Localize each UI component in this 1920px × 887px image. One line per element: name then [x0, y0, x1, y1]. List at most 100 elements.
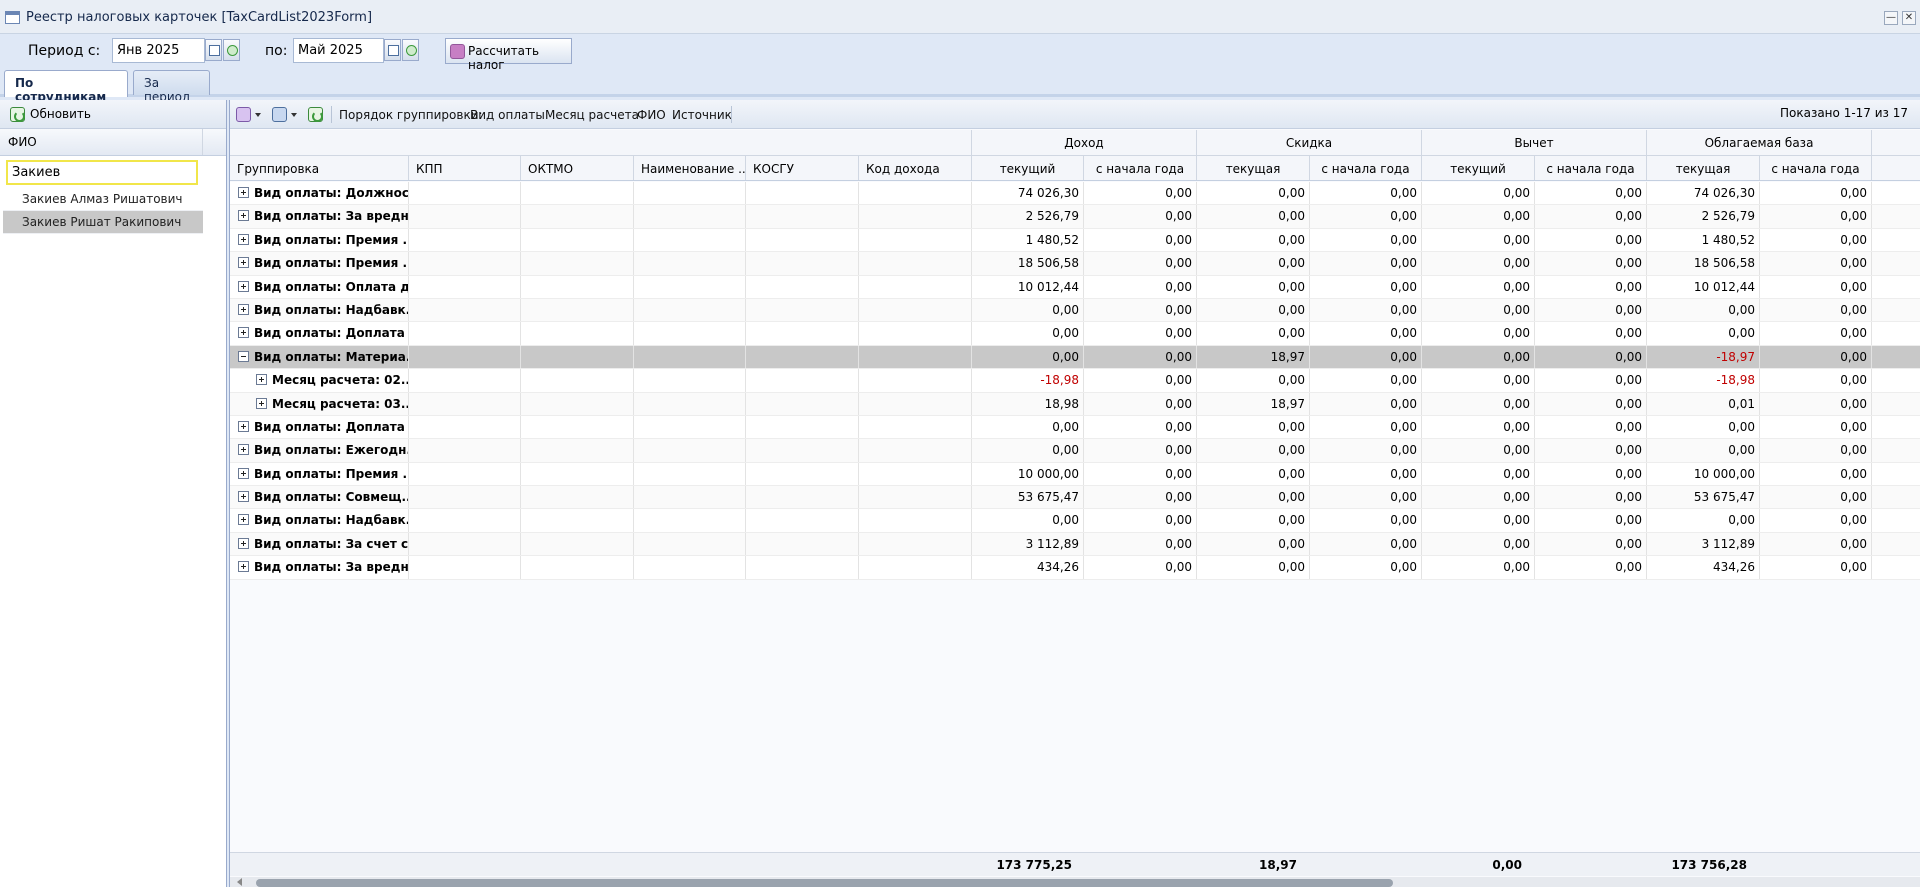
column-header[interactable]: ОКТМО [521, 156, 634, 180]
period-from-clear-icon[interactable] [223, 39, 240, 61]
expand-icon[interactable] [238, 467, 249, 479]
expand-icon[interactable] [238, 303, 249, 315]
grouping-field-fio[interactable]: ФИО [637, 108, 666, 122]
expand-icon[interactable] [238, 491, 249, 503]
actions-menu-button[interactable] [234, 104, 262, 125]
column-header[interactable]: с начала года [1310, 156, 1422, 180]
table-row[interactable]: Вид оплаты: Доплата ... 0,00 0,00 0,00 0,00 0… [230, 322, 1920, 346]
grouping-cell[interactable]: Вид оплаты: Должнос... [230, 182, 409, 205]
column-header[interactable]: Группировка [230, 156, 409, 180]
expand-icon[interactable] [238, 257, 249, 269]
grouping-cell[interactable]: Вид оплаты: Материа... [230, 345, 409, 369]
grouping-cell[interactable]: Вид оплаты: Оплата д... [230, 275, 409, 298]
table-row[interactable]: Вид оплаты: Ежегодн... 0,00 0,00 0,00 0,00 0,… [230, 439, 1920, 463]
expand-icon[interactable] [238, 187, 249, 198]
minimize-icon[interactable]: — [1884, 11, 1898, 25]
column-header[interactable]: текущий [1422, 156, 1535, 180]
grouping-field-pay-type[interactable]: Вид оплаты [470, 108, 545, 122]
value-cell: 0,00 [1535, 275, 1647, 298]
table-row[interactable]: Вид оплаты: Надбавк... 0,00 0,00 0,00 0,00 0,… [230, 298, 1920, 323]
expand-icon[interactable] [238, 420, 249, 432]
period-to-field[interactable]: Май 2025 [293, 38, 384, 63]
calendar-icon[interactable] [205, 39, 222, 61]
table-row[interactable]: Вид оплаты: Надбавк... 0,00 0,00 0,00 0,00 0,… [230, 509, 1920, 533]
tab-by-employees[interactable]: По сотрудникам [4, 70, 128, 104]
table-cell [746, 486, 859, 509]
table-row[interactable]: Вид оплаты: Премия ... 10 000,00 0,00 0,00 0… [230, 462, 1920, 487]
scroll-left-icon[interactable] [237, 878, 242, 886]
fio-column-header[interactable]: ФИО [0, 129, 226, 156]
table-cell [746, 369, 859, 392]
column-header[interactable]: текущая [1197, 156, 1310, 180]
table-row[interactable]: Месяц расчета: 03.... 18,98 0,00 18,97 0,00 0… [230, 392, 1920, 416]
expand-icon[interactable] [238, 280, 249, 292]
table-row[interactable]: Вид оплаты: Должнос... 74 026,30 0,00 0,00 0… [230, 182, 1920, 206]
table-row[interactable]: Вид оплаты: Материа... 0,00 0,00 18,97 0,00 0… [230, 345, 1920, 370]
grouping-cell[interactable]: Вид оплаты: Доплата ... [230, 322, 409, 345]
grouping-field-calc-month[interactable]: Месяц расчета [545, 108, 639, 122]
grouping-cell[interactable]: Вид оплаты: Доплата ... [230, 415, 409, 439]
expand-icon[interactable] [238, 210, 249, 222]
expand-icon[interactable] [256, 374, 267, 386]
column-header[interactable]: Код дохода [859, 156, 972, 180]
grouping-cell[interactable]: Месяц расчета: 03.... [230, 392, 409, 415]
table-row[interactable]: Вид оплаты: За вредн... 434,26 0,00 0,00 0,0… [230, 556, 1920, 580]
total-taxable-base: 173 756,28 [1671, 858, 1747, 872]
table-row[interactable]: Вид оплаты: Премия ... 1 480,52 0,00 0,00 0,… [230, 228, 1920, 253]
expand-icon[interactable] [238, 537, 249, 549]
column-header[interactable]: КПП [409, 156, 521, 180]
grouping-cell[interactable]: Вид оплаты: За вредн... [230, 556, 409, 579]
grouping-label: Месяц расчета: 02.... [272, 373, 409, 388]
column-header[interactable]: с начала года [1760, 156, 1872, 180]
table-cell [746, 532, 859, 556]
table-row[interactable]: Вид оплаты: За счет с... 3 112,89 0,00 0,00… [230, 532, 1920, 557]
grouping-cell[interactable]: Вид оплаты: Совмещ... [230, 486, 409, 509]
table-row[interactable]: Вид оплаты: Оплата д... 10 012,44 0,00 0,00… [230, 275, 1920, 299]
column-header[interactable]: текущая [1647, 156, 1760, 180]
expand-icon[interactable] [238, 514, 249, 526]
print-menu-button[interactable] [270, 104, 298, 125]
grouping-cell[interactable]: Вид оплаты: Ежегодн... [230, 439, 409, 462]
table-row[interactable]: Вид оплаты: Совмещ... 53 675,47 0,00 0,00 0,… [230, 486, 1920, 510]
close-icon[interactable]: ✕ [1902, 11, 1916, 25]
scrollbar-thumb[interactable] [256, 879, 1393, 887]
grouping-cell[interactable]: Вид оплаты: Премия ... [230, 228, 409, 252]
column-header[interactable]: с начала года [1535, 156, 1647, 180]
grouping-cell[interactable]: Вид оплаты: За счет с... [230, 532, 409, 556]
list-item[interactable]: Закиев Алмаз Ришатович [3, 188, 203, 211]
table-row[interactable]: Месяц расчета: 02.... -18,98 0,00 0,00 0,00 0… [230, 369, 1920, 393]
horizontal-scrollbar[interactable] [230, 877, 1920, 887]
expand-icon[interactable] [238, 444, 249, 456]
tab-by-period[interactable]: За период [133, 70, 210, 104]
expand-icon[interactable] [256, 397, 267, 409]
table-row[interactable]: Вид оплаты: Доплата ... 0,00 0,00 0,00 0,00 0… [230, 415, 1920, 440]
column-header[interactable]: с начала года [1084, 156, 1197, 180]
value-cell: 0,00 [1310, 275, 1422, 298]
refresh-button[interactable]: Обновить [8, 104, 94, 125]
expand-icon[interactable] [238, 327, 249, 339]
calculate-tax-button[interactable]: Рассчитать налог [445, 38, 572, 72]
period-to-clear-icon[interactable] [402, 39, 419, 61]
table-row[interactable]: Вид оплаты: За вредн... 2 526,79 0,00 0,00 0… [230, 205, 1920, 229]
expand-icon[interactable] [238, 561, 249, 573]
fio-filter-input[interactable]: Закиев [6, 160, 198, 185]
period-from-field[interactable]: Янв 2025 [112, 38, 205, 63]
list-item[interactable]: Закиев Ришат Ракипович [3, 211, 203, 234]
grouping-field-source[interactable]: Источник [672, 108, 732, 122]
grouping-cell[interactable]: Вид оплаты: За вредн... [230, 205, 409, 228]
grouping-cell[interactable]: Вид оплаты: Надбавк... [230, 298, 409, 322]
table-row[interactable]: Вид оплаты: Премия ... 18 506,58 0,00 0,00 0… [230, 252, 1920, 276]
grouping-cell[interactable]: Месяц расчета: 02.... [230, 369, 409, 392]
grouping-cell[interactable]: Вид оплаты: Надбавк... [230, 509, 409, 532]
calendar-icon[interactable] [384, 39, 401, 61]
table-cell [746, 298, 859, 322]
expand-icon[interactable] [238, 233, 249, 245]
grid-refresh-button[interactable] [306, 104, 326, 125]
column-header[interactable]: КОСГУ [746, 156, 859, 180]
column-header[interactable]: текущий [972, 156, 1084, 180]
table-cell [746, 509, 859, 532]
collapse-icon[interactable] [238, 350, 249, 362]
column-header[interactable]: Наименование ... [634, 156, 746, 180]
grouping-cell[interactable]: Вид оплаты: Премия ... [230, 252, 409, 275]
grouping-cell[interactable]: Вид оплаты: Премия ... [230, 462, 409, 486]
